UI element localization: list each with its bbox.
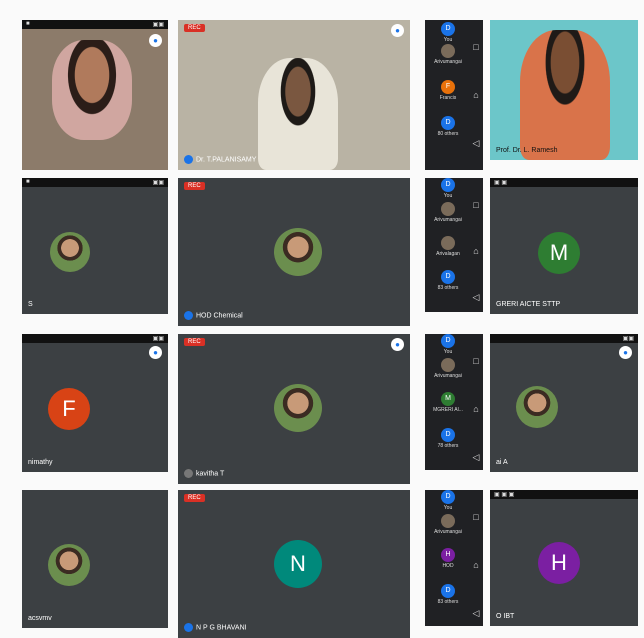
back-icon[interactable]: ◁ (471, 452, 481, 463)
row-3: ▣▣ ● F nimathy REC ● kavitha T D You Ariv… (0, 334, 644, 484)
rec-badge: REC (184, 182, 205, 190)
square-icon[interactable]: □ (471, 512, 481, 522)
square-icon[interactable]: □ (471, 200, 481, 210)
participant-avatar: H (538, 542, 580, 584)
participant-tile-center[interactable]: REC ● Dr. T.PALANISAMY (178, 20, 410, 170)
chip-you[interactable]: D You (433, 22, 463, 43)
chip-participant[interactable]: H HOD (433, 548, 463, 569)
status-bar: ▣ ▣ (490, 178, 638, 187)
participant-name: HOD Chemical (184, 311, 243, 320)
participant-sidebar: D You Arivumangai F Francis D 80 others □ ⌂… (425, 20, 483, 170)
participant-tile-left[interactable]: ▣▣ ● F nimathy (22, 334, 168, 472)
participant-video (520, 30, 610, 160)
mic-icon: ● (391, 338, 404, 351)
participant-sidebar: D You Arivumangai H HOD D 83 others □ ⌂ ◁ (425, 490, 483, 626)
back-icon[interactable]: ◁ (471, 608, 481, 619)
status-bar: ■ ▣▣ (22, 178, 168, 187)
participant-avatar: F (48, 388, 90, 430)
participant-avatar (50, 232, 90, 272)
chip-participant[interactable]: Arivalagan (433, 236, 463, 257)
participant-avatar: M (538, 232, 580, 274)
participant-video (52, 40, 132, 140)
participant-tile-right[interactable]: Prof. Dr. L. Ramesh (490, 20, 638, 160)
home-icon[interactable]: ⌂ (471, 90, 481, 100)
participant-tile-left[interactable]: ■ ▣▣ S (22, 178, 168, 314)
row-4: acsvmv REC N N P G BHAVANI D You Arivuman… (0, 490, 644, 638)
chip-participant[interactable]: F Francis (433, 80, 463, 101)
status-bar: ▣▣ (22, 334, 168, 343)
audio-indicator-icon (184, 311, 193, 320)
mic-icon: ● (619, 346, 632, 359)
participant-name: ai A (496, 459, 508, 466)
video-conference-collage: ■ ▣▣ ● REC ● Dr. T.PALANISAMY D You Arivum… (0, 0, 644, 638)
participant-name: nimathy (28, 459, 53, 466)
chip-participant[interactable]: Arivumangai (433, 358, 463, 379)
rec-badge: REC (184, 24, 205, 32)
participant-avatar (48, 544, 90, 586)
chip-you[interactable]: D You (433, 334, 463, 355)
participant-sidebar: D You Arivumangai M MGRERI Al... D 78 other… (425, 334, 483, 470)
participant-tile-center[interactable]: REC HOD Chemical (178, 178, 410, 326)
chip-others[interactable]: D 80 others (433, 116, 463, 137)
participant-name: N P G BHAVANI (184, 623, 247, 632)
audio-indicator-icon (184, 469, 193, 478)
participant-tile-right[interactable]: ▣▣ ● ai A (490, 334, 638, 472)
participant-name: Dr. T.PALANISAMY (184, 155, 256, 164)
mic-icon: ● (149, 346, 162, 359)
chip-you[interactable]: D You (433, 178, 463, 199)
rec-badge: REC (184, 338, 205, 346)
chip-participant[interactable]: M MGRERI Al... (433, 392, 463, 413)
chip-participant[interactable]: Arivumangai (433, 514, 463, 535)
participant-tile-left[interactable]: ■ ▣▣ ● (22, 20, 168, 170)
rec-badge: REC (184, 494, 205, 502)
participant-name: Prof. Dr. L. Ramesh (496, 147, 558, 154)
chip-participant[interactable]: Arivumangai (433, 202, 463, 223)
mic-icon: ● (391, 24, 404, 37)
home-icon[interactable]: ⌂ (471, 246, 481, 256)
mic-icon: ● (149, 34, 162, 47)
row-1: ■ ▣▣ ● REC ● Dr. T.PALANISAMY D You Arivum… (0, 20, 644, 170)
home-icon[interactable]: ⌂ (471, 560, 481, 570)
participant-name: kavitha T (184, 469, 224, 478)
participant-name: S (28, 301, 33, 308)
chip-you[interactable]: D You (433, 490, 463, 511)
home-icon[interactable]: ⌂ (471, 404, 481, 414)
participant-tile-right[interactable]: ▣ ▣ M GRERI AICTE STTP (490, 178, 638, 314)
status-bar: ■ ▣▣ (22, 20, 168, 29)
participant-avatar (274, 384, 322, 432)
status-bar: ▣▣ (490, 334, 638, 343)
participant-avatar (516, 386, 558, 428)
back-icon[interactable]: ◁ (471, 138, 481, 149)
chip-others[interactable]: D 78 others (433, 428, 463, 449)
chip-others[interactable]: D 83 others (433, 584, 463, 605)
participant-tile-right[interactable]: ▣ ▣ ▣ H O IBT (490, 490, 638, 626)
participant-name: O IBT (496, 613, 515, 620)
square-icon[interactable]: □ (471, 42, 481, 52)
audio-indicator-icon (184, 623, 193, 632)
participant-tile-center[interactable]: REC ● kavitha T (178, 334, 410, 484)
square-icon[interactable]: □ (471, 356, 481, 366)
status-bar: ▣ ▣ ▣ (490, 490, 638, 499)
audio-indicator-icon (184, 155, 193, 164)
participant-name: acsvmv (28, 615, 52, 622)
participant-video (258, 58, 338, 170)
participant-avatar (274, 228, 322, 276)
participant-sidebar: D You Arivumangai Arivalagan D 83 others □… (425, 178, 483, 312)
back-icon[interactable]: ◁ (471, 292, 481, 303)
chip-participant[interactable]: Arivumangai (433, 44, 463, 65)
participant-avatar: N (274, 540, 322, 588)
row-2: ■ ▣▣ S REC HOD Chemical D You Arivumangai … (0, 178, 644, 326)
participant-name: GRERI AICTE STTP (496, 301, 561, 308)
participant-tile-center[interactable]: REC N N P G BHAVANI (178, 490, 410, 638)
participant-tile-left[interactable]: acsvmv (22, 490, 168, 628)
chip-others[interactable]: D 83 others (433, 270, 463, 291)
